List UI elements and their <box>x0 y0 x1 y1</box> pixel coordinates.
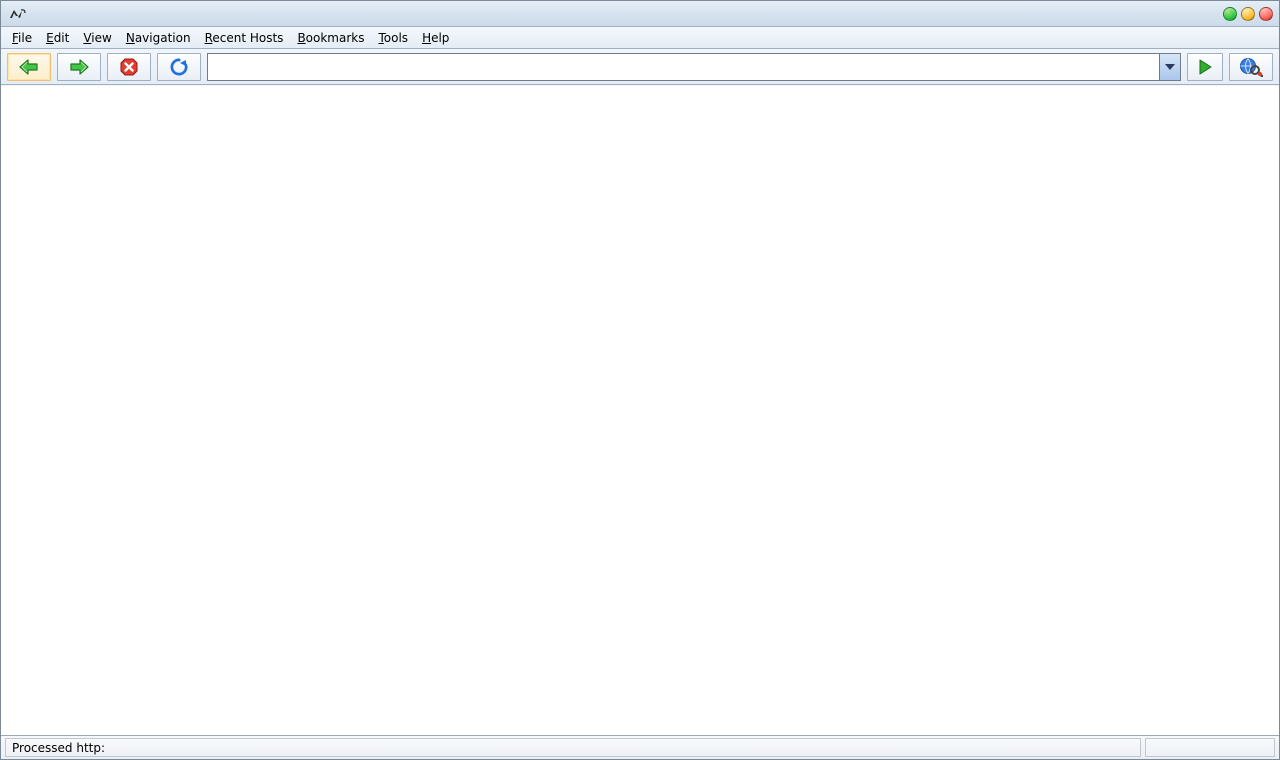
titlebar <box>1 1 1279 27</box>
menu-navigation[interactable]: Navigation <box>119 27 198 48</box>
status-text: Processed http: <box>12 741 105 755</box>
url-bar <box>207 53 1181 81</box>
menu-label: Help <box>422 31 449 45</box>
play-icon <box>1198 59 1212 75</box>
menu-bookmarks[interactable]: Bookmarks <box>290 27 371 48</box>
app-window: File Edit View Navigation Recent Hosts B… <box>0 0 1280 760</box>
menubar: File Edit View Navigation Recent Hosts B… <box>1 27 1279 49</box>
menu-label: File <box>12 31 32 45</box>
toolbar <box>1 49 1279 85</box>
arrow-right-icon <box>68 58 90 76</box>
menu-label: Bookmarks <box>297 31 364 45</box>
nav-button-group <box>7 53 201 81</box>
menu-view[interactable]: View <box>76 27 118 48</box>
reload-button[interactable] <box>157 53 201 81</box>
url-input[interactable] <box>207 53 1159 81</box>
arrow-left-icon <box>18 58 40 76</box>
content-area <box>1 85 1279 735</box>
chevron-down-icon <box>1165 64 1175 70</box>
menu-help[interactable]: Help <box>415 27 456 48</box>
minimize-button[interactable] <box>1223 7 1237 21</box>
menu-recent-hosts[interactable]: Recent Hosts <box>198 27 291 48</box>
url-history-dropdown[interactable] <box>1159 53 1181 81</box>
menu-label: Navigation <box>126 31 191 45</box>
menu-label: Tools <box>378 31 408 45</box>
menu-label: Recent Hosts <box>205 31 284 45</box>
menu-file[interactable]: File <box>5 27 39 48</box>
go-button[interactable] <box>1187 53 1223 81</box>
app-icon <box>7 4 27 24</box>
menu-tools[interactable]: Tools <box>371 27 415 48</box>
forward-button[interactable] <box>57 53 101 81</box>
stop-icon <box>119 57 139 77</box>
maximize-button[interactable] <box>1241 7 1255 21</box>
window-controls <box>1223 7 1273 21</box>
status-message: Processed http: <box>5 738 1141 757</box>
menu-label: Edit <box>46 31 69 45</box>
statusbar: Processed http: <box>1 735 1279 759</box>
menu-label: View <box>83 31 111 45</box>
reload-icon <box>169 57 189 77</box>
back-button[interactable] <box>7 53 51 81</box>
search-web-button[interactable] <box>1229 53 1273 81</box>
stop-button[interactable] <box>107 53 151 81</box>
status-progress <box>1145 738 1275 757</box>
menu-edit[interactable]: Edit <box>39 27 76 48</box>
globe-search-icon <box>1239 57 1263 77</box>
go-button-group <box>1187 53 1273 81</box>
close-button[interactable] <box>1259 7 1273 21</box>
